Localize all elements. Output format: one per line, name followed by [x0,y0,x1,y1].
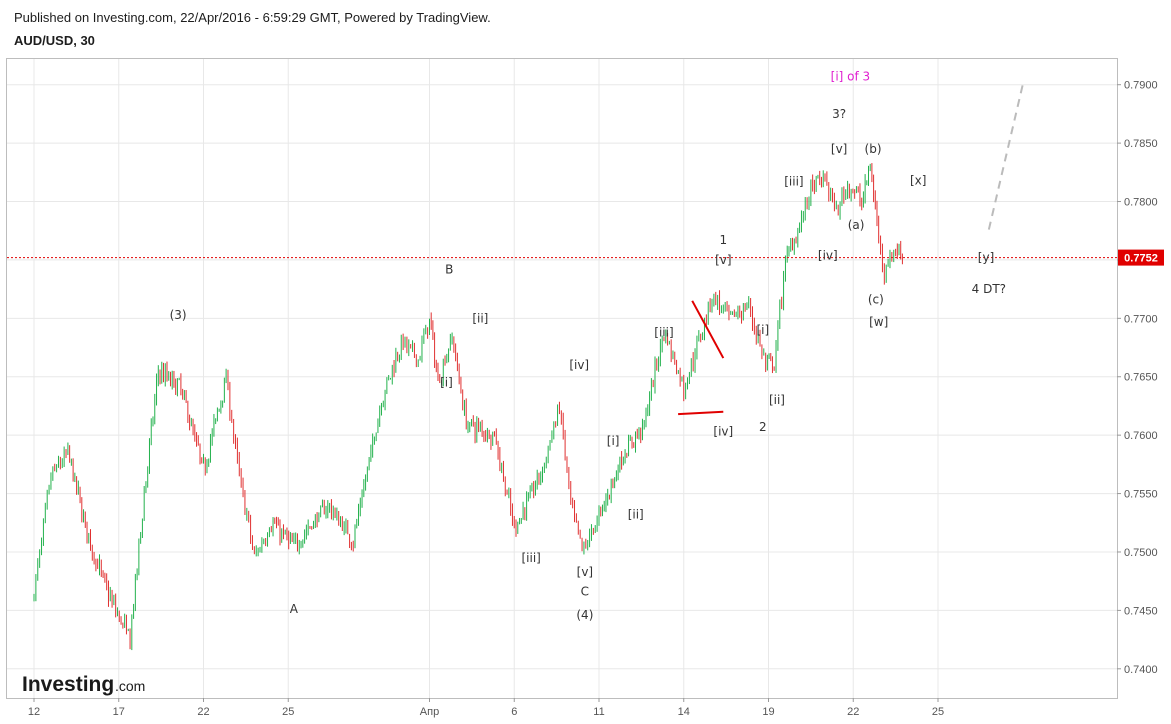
wave-label: B [445,262,453,276]
wave-label: [i] [607,434,620,448]
wave-label: 1 [719,233,727,247]
y-tick-label: 0.7800 [1124,197,1158,209]
wave-label: [iii] [784,175,803,189]
y-tick-label: 0.7700 [1124,313,1158,325]
wave-label: [v] [715,253,731,267]
wave-label: [v] [831,142,847,156]
x-tick-label: 25 [932,706,944,718]
wave-label: (a) [848,218,865,232]
wave-label: [ii] [628,508,644,522]
wave-label: [x] [910,173,926,187]
y-tick-label: 0.7400 [1124,664,1158,676]
y-tick-label: 0.7550 [1124,489,1158,501]
y-tick-label: 0.7450 [1124,605,1158,617]
wave-labels: (3) A B [i] [ii] [iii] [iv] [v] C (4) [i] [ii] [iii]… [170,70,1006,623]
wave-label: [iv] [818,248,838,262]
price-chart[interactable]: (3) A B [i] [ii] [iii] [iv] [v] C (4) [i] [ii] [iii]… [0,0,1171,724]
x-tick-label: 17 [113,706,125,718]
current-price-label: 0.7752 [1124,253,1158,265]
wave-label: C [581,585,589,599]
wave-label: [iii] [654,325,673,339]
y-tick-label: 0.7900 [1124,80,1158,92]
wave-label: [ii] [472,311,488,325]
wave-label: 2 [759,420,767,434]
x-tick-label: 12 [28,706,40,718]
wave-label: [i] of 3 [831,70,871,84]
logo-dotcom: .com [115,678,145,694]
y-axis: 0.79000.78500.78000.77500.77000.76500.76… [1117,80,1158,676]
trendlines [678,84,1024,416]
x-tick-label: 19 [762,706,774,718]
wave-label: [ii] [769,393,785,407]
y-tick-label: 0.7500 [1124,547,1158,559]
wave-label: 3? [832,107,846,121]
y-tick-label: 0.7600 [1124,430,1158,442]
wave-label: (c) [868,293,884,307]
wave-label: (4) [576,608,593,622]
wave-label: (3) [170,308,187,322]
wave-label: [i] [440,376,453,390]
y-tick-label: 0.7650 [1124,372,1158,384]
wave-label: [iii] [522,551,541,565]
wave-label: [iv] [569,358,589,372]
wave-label: [i] [756,323,769,337]
wave-label: [v] [577,565,593,579]
current-price-badge: 0.7752 [1118,249,1164,266]
wave-label: (b) [865,142,882,156]
projection-line [987,84,1024,230]
x-tick-label: Апр [420,706,439,718]
wave-label: A [290,602,299,616]
x-tick-label: 22 [197,706,209,718]
plot-frame [6,58,1118,699]
x-axis: 12 17 22 25 Апр 6 11 14 19 22 25 [28,698,944,718]
x-tick-label: 14 [678,706,690,718]
investing-logo: Investing .com [22,673,145,696]
wave-label: [w] [869,315,888,329]
logo-investing: Investing [22,673,114,696]
x-tick-label: 22 [847,706,859,718]
x-tick-label: 11 [593,706,604,718]
y-tick-label: 0.7850 [1124,138,1158,150]
wave-label: [iv] [713,425,733,439]
wave-label: 4 DT? [972,282,1006,296]
trendline [678,410,724,416]
x-tick-label: 6 [511,706,517,718]
wave-label: [y] [978,251,994,265]
x-tick-label: 25 [282,706,294,718]
